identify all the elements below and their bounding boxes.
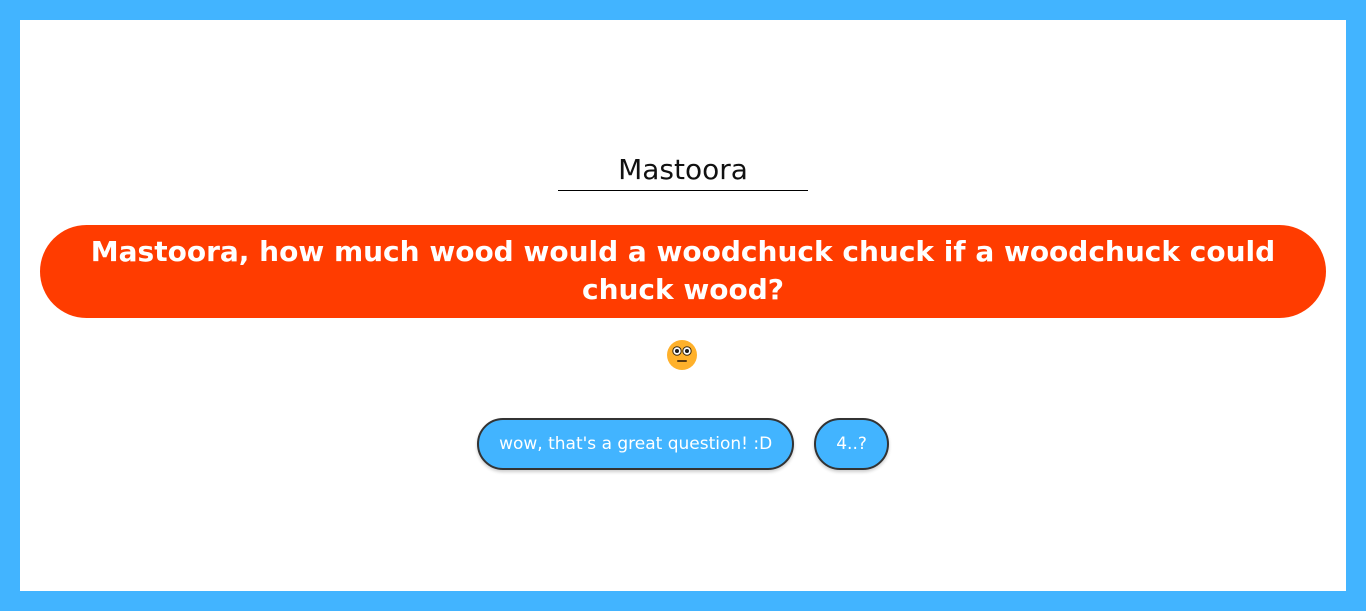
name-input[interactable] xyxy=(558,148,808,191)
answer-button-four[interactable]: 4..? xyxy=(814,418,889,470)
question-text: Mastoora, how much wood would a woodchuc… xyxy=(40,225,1326,318)
main-panel: Mastoora, how much wood would a woodchuc… xyxy=(20,20,1346,591)
answer-button-great-question[interactable]: wow, that's a great question! :D xyxy=(477,418,795,470)
answer-options: wow, that's a great question! :D 4..? xyxy=(20,418,1346,470)
neutral-face-icon xyxy=(667,340,697,370)
